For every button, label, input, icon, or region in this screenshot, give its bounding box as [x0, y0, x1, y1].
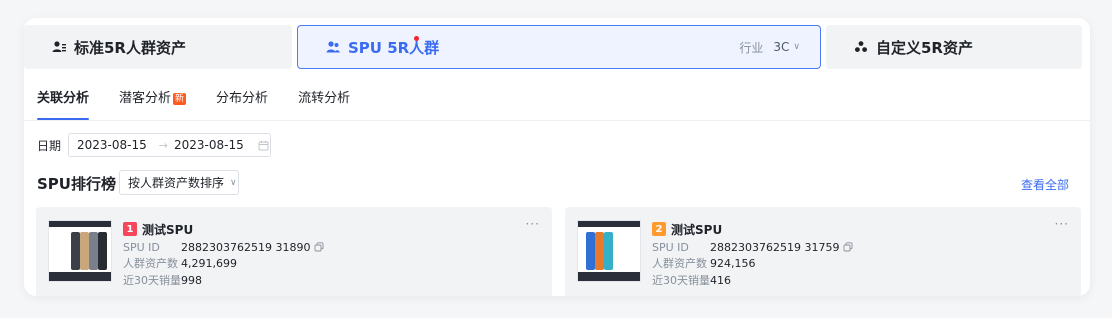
copy-icon[interactable]	[843, 242, 853, 256]
spu-ranking-title: SPU排行榜	[37, 175, 116, 193]
view-all-link[interactable]: 查看全部	[1021, 176, 1069, 193]
spu-id-label: SPU ID	[652, 241, 689, 254]
audience-assets-label: 人群资产数	[123, 257, 178, 270]
sales-30d-value: 998	[181, 274, 202, 287]
audience-assets-label: 人群资产数	[652, 257, 707, 270]
custom-5r-assets-card[interactable]: 自定义5R资产	[826, 25, 1082, 69]
sales-30d-row: 近30天销量998	[123, 274, 202, 288]
sales-30d-value: 416	[710, 274, 731, 287]
more-options-icon[interactable]: ···	[1055, 217, 1069, 231]
audience-assets-row: 人群资产数 924,156	[652, 257, 756, 271]
spu-card[interactable]: 1 测试SPU ··· SPU ID 2882303762519 31890 人群…	[36, 207, 552, 296]
date-range-picker[interactable]: 2023-08-15 → 2023-08-15	[68, 133, 271, 157]
sales-30d-label: 近30天销量	[652, 274, 710, 287]
standard-5r-assets-label: 标准5R人群资产	[74, 38, 186, 57]
tab-label: 关联分析	[37, 91, 90, 106]
standard-5r-assets-card[interactable]: 标准5R人群资产	[24, 25, 292, 69]
product-thumbnail	[577, 220, 641, 282]
user-group-icon	[326, 40, 340, 54]
copy-icon[interactable]	[314, 242, 324, 256]
spu-5r-panel: 标准5R人群资产 SPU 5R人群 行业 3C ∨ 自定义5R资产 关联分析 潜…	[24, 18, 1090, 296]
industry-value: 3C	[773, 40, 790, 54]
spu-id-row: SPU ID 2882303762519 31890	[123, 241, 324, 256]
product-name: 测试SPU	[142, 223, 194, 237]
industry-select[interactable]: 行业 3C ∨	[739, 26, 800, 68]
spu-card[interactable]: 2 测试SPU ··· SPU ID 2882303762519 31759 人群…	[565, 207, 1081, 296]
product-thumbnail	[48, 220, 112, 282]
custom-group-icon	[854, 40, 868, 54]
date-label: 日期	[37, 139, 62, 153]
sales-30d-row: 近30天销量416	[652, 274, 731, 288]
audience-assets-value: 924,156	[710, 257, 756, 270]
spu-id-label: SPU ID	[123, 241, 160, 254]
spu-id-row: SPU ID 2882303762519 31759	[652, 241, 853, 256]
audience-assets-value: 4,291,699	[181, 257, 237, 270]
tab-label: 潜客分析	[119, 91, 172, 106]
date-start[interactable]: 2023-08-15	[77, 138, 147, 152]
tab-label: 流转分析	[298, 91, 351, 106]
spu-5r-label: SPU 5R人群	[348, 38, 440, 57]
analysis-tabs: 关联分析 潜客分析新 分布分析 流转分析	[37, 90, 380, 120]
tab-label: 分布分析	[216, 91, 269, 106]
custom-5r-assets-label: 自定义5R资产	[876, 38, 973, 57]
rank-badge: 1	[123, 222, 137, 236]
spu-id-value: 2882303762519 31759	[710, 241, 840, 254]
arrow-right-icon: →	[158, 138, 168, 152]
spu-5r-card[interactable]: SPU 5R人群 行业 3C ∨	[297, 25, 821, 69]
chevron-down-icon: ∨	[230, 177, 237, 188]
industry-label: 行业	[739, 40, 764, 55]
tab-potential-customer-analysis[interactable]: 潜客分析新	[119, 90, 187, 120]
more-options-icon[interactable]: ···	[526, 217, 540, 231]
sort-select-value: 按人群资产数排序	[128, 176, 225, 190]
calendar-icon	[258, 140, 269, 151]
group-icon	[52, 40, 66, 54]
spu-id-value: 2882303762519 31890	[181, 241, 311, 254]
tabs-divider	[24, 120, 1090, 121]
rank-badge: 2	[652, 222, 666, 236]
chevron-down-icon: ∨	[793, 42, 800, 52]
tab-flow-analysis[interactable]: 流转分析	[298, 90, 350, 120]
tab-correlation-analysis[interactable]: 关联分析	[37, 90, 90, 120]
tab-distribution-analysis[interactable]: 分布分析	[216, 90, 268, 120]
product-name: 测试SPU	[671, 223, 723, 237]
new-badge: 新	[173, 93, 187, 105]
sort-select[interactable]: 按人群资产数排序 ∨	[119, 170, 239, 195]
audience-assets-row: 人群资产数 4,291,699	[123, 257, 237, 271]
sales-30d-label: 近30天销量	[123, 274, 181, 287]
date-end[interactable]: 2023-08-15	[174, 138, 244, 152]
notification-dot	[414, 36, 419, 41]
